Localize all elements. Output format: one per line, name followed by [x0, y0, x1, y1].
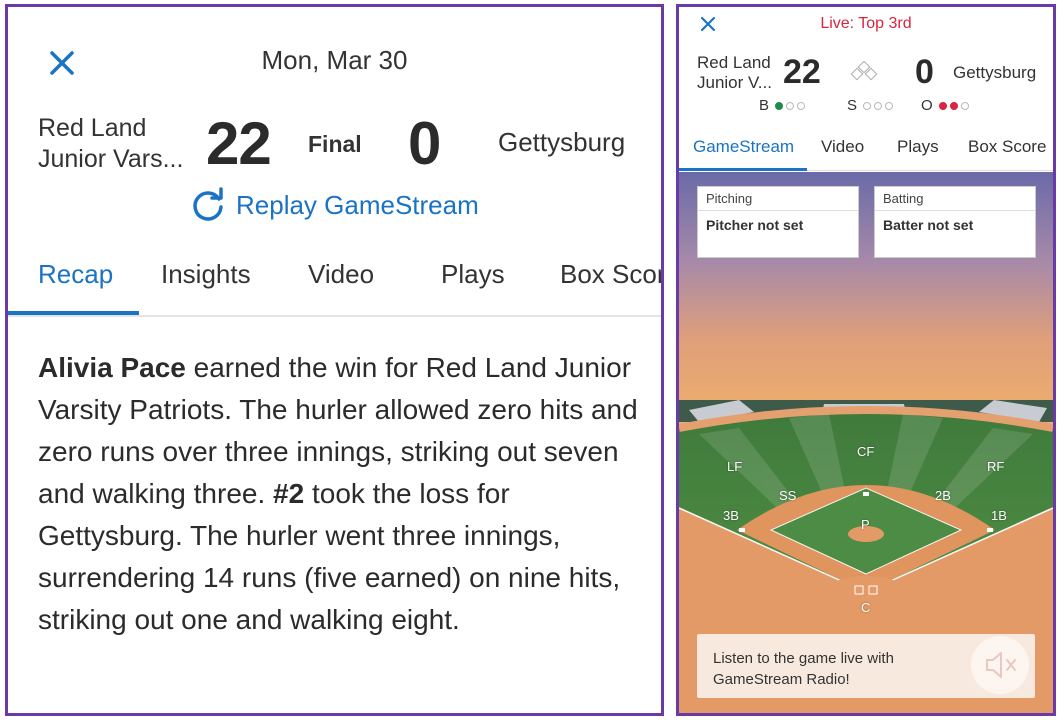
out-dot	[960, 101, 969, 110]
position-cf: CF	[857, 444, 875, 459]
tab-plays[interactable]: Plays	[441, 259, 505, 290]
home-team-score: 22	[783, 53, 821, 91]
pitcher-value: Pitcher not set	[706, 217, 804, 233]
replay-label: Replay GameStream	[236, 189, 479, 220]
ball-dot	[797, 101, 806, 110]
baseball-field-view: Pitching Pitcher not set Batting Batter …	[679, 172, 1053, 713]
out-dot	[938, 101, 947, 110]
home-team-score: 22	[206, 110, 272, 177]
away-team-name: Gettysburg	[498, 127, 626, 157]
tab-video[interactable]: Video	[308, 259, 374, 290]
game-date: Mon, Mar 30	[261, 45, 408, 75]
final-game-panel: Mon, Mar 30 Red Land Junior Vars... 22 F…	[5, 4, 664, 716]
strikes-count: S	[847, 97, 896, 114]
position-2b: 2B	[935, 488, 951, 503]
ball-dot	[775, 101, 784, 110]
home-team-name: Red Land Junior Vars...	[38, 114, 184, 173]
tab-plays[interactable]: Plays	[897, 137, 939, 157]
pitching-header: Pitching	[698, 187, 858, 211]
position-c: C	[861, 600, 871, 615]
outs-label: O	[921, 97, 933, 114]
batting-header: Batting	[875, 187, 1035, 211]
radio-promo-text: Listen to the game live with GameStream …	[713, 650, 894, 688]
speaker-muted-icon	[986, 652, 1016, 678]
strike-dot	[874, 101, 883, 110]
away-team-name: Gettysburg	[953, 63, 1037, 82]
tab-box-score[interactable]: Box Score	[560, 259, 661, 290]
gamestream-radio-banner[interactable]: Listen to the game live with GameStream …	[697, 634, 1035, 698]
tab-insights[interactable]: Insights	[161, 259, 251, 290]
replay-icon	[193, 187, 223, 221]
batter-value: Batter not set	[883, 217, 974, 233]
game-status: Final	[308, 131, 362, 157]
strike-dot	[885, 101, 894, 110]
home-team-name: Red Land Junior V...	[697, 53, 772, 92]
balls-count: B	[759, 97, 808, 114]
balls-label: B	[759, 97, 770, 114]
position-rf: RF	[987, 459, 1005, 474]
out-dot	[949, 101, 958, 110]
recap-loser: #2	[273, 478, 305, 509]
ball-dot	[786, 101, 795, 110]
mute-button[interactable]	[971, 636, 1029, 694]
replay-gamestream-button[interactable]: Replay GameStream	[188, 185, 479, 225]
away-team-score: 0	[408, 110, 442, 177]
live-game-panel: Live: Top 3rd Red Land Junior V... 22 0 …	[676, 4, 1056, 716]
tab-video[interactable]: Video	[821, 137, 864, 157]
pitching-card: Pitching Pitcher not set	[697, 186, 859, 258]
position-ss: SS	[779, 488, 797, 503]
tab-recap[interactable]: Recap	[38, 259, 113, 290]
position-p: P	[861, 517, 870, 532]
strike-dot	[863, 101, 872, 110]
tab-gamestream[interactable]: GameStream	[693, 137, 794, 157]
game-recap: Alivia Pace earned the win for Red Land …	[38, 347, 638, 641]
outs-count: O	[921, 97, 972, 114]
position-3b: 3B	[723, 508, 739, 523]
bases-diamond-icon	[850, 61, 878, 81]
position-1b: 1B	[991, 508, 1007, 523]
active-tab-indicator	[8, 311, 139, 315]
live-status: Live: Top 3rd	[820, 15, 912, 32]
position-lf: LF	[727, 459, 743, 474]
active-tab-indicator	[679, 168, 807, 171]
tab-box-score[interactable]: Box Score	[968, 137, 1046, 157]
right-tab-bar: GameStream Video Plays Box Score	[679, 125, 1053, 171]
strikes-label: S	[847, 97, 858, 114]
batting-card: Batting Batter not set	[874, 186, 1036, 258]
left-tab-bar: Recap Insights Video Plays Box Score	[8, 245, 661, 317]
recap-winner: Alivia Pace	[38, 352, 186, 383]
away-team-score: 0	[915, 53, 934, 91]
